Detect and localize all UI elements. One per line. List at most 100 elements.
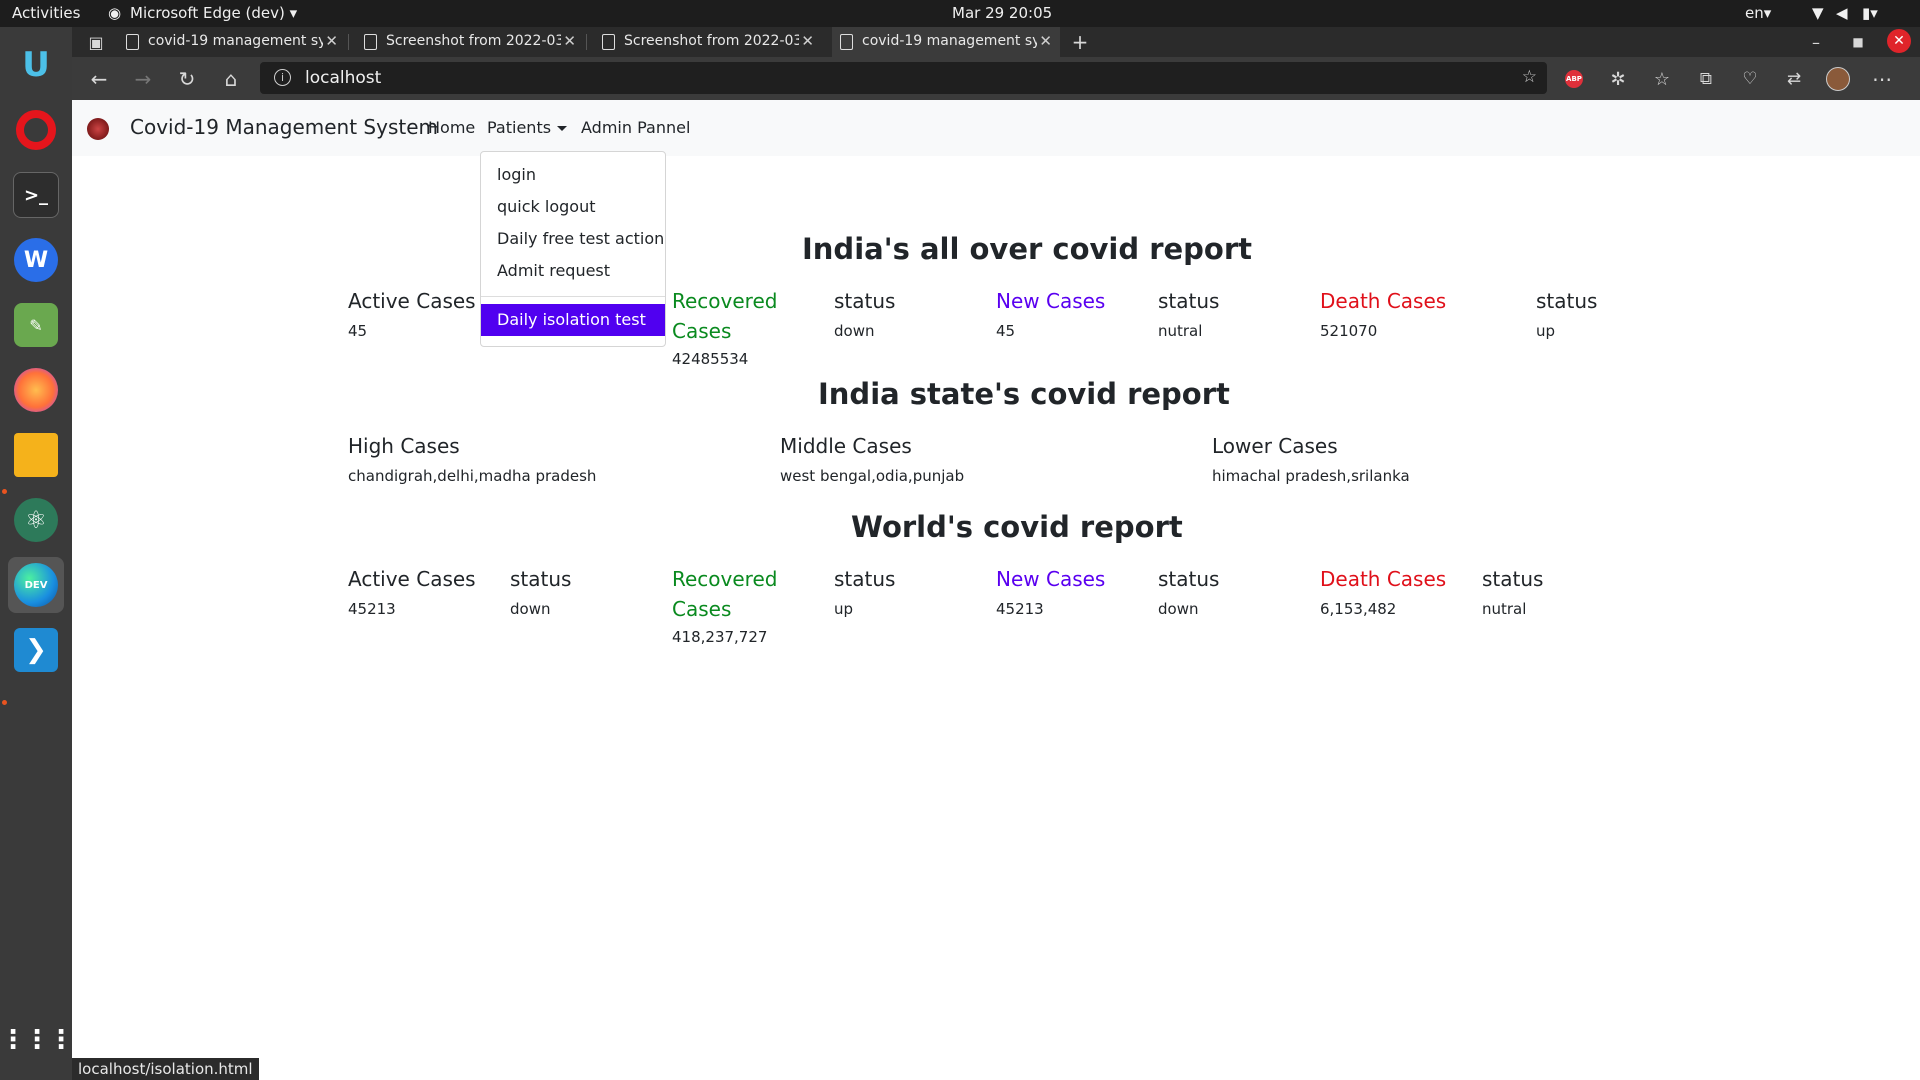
site-info-icon[interactable]: i bbox=[274, 69, 291, 86]
wifi-icon[interactable]: ▼ bbox=[1812, 4, 1824, 22]
india-recovered-value: 42485534 bbox=[672, 350, 749, 368]
add-favorite-icon[interactable]: ☆ bbox=[1522, 67, 1537, 87]
dock-files-icon[interactable] bbox=[8, 427, 64, 483]
collections-icon[interactable]: ⧉ bbox=[1692, 65, 1720, 93]
tab-actions-icon[interactable]: ▣ bbox=[82, 28, 110, 56]
india-status-2-value: nutral bbox=[1158, 322, 1203, 340]
world-active-label: Active Cases bbox=[348, 567, 476, 591]
india-recovered-label: Recovered Cases bbox=[672, 289, 778, 343]
activities-button[interactable]: Activities bbox=[12, 4, 80, 22]
world-recovered-label: Recovered Cases bbox=[672, 567, 778, 621]
new-tab-icon[interactable]: + bbox=[1066, 28, 1094, 56]
tab-label: Screenshot from 2022-03 bbox=[386, 33, 561, 49]
dock-opera-icon[interactable] bbox=[8, 102, 64, 158]
dock-running-indicator bbox=[2, 489, 7, 494]
adblock-icon[interactable]: ABP bbox=[1560, 65, 1588, 93]
dock-atom-icon[interactable]: ⚛ bbox=[8, 492, 64, 548]
dock-notes-icon[interactable]: ✎ bbox=[8, 297, 64, 353]
dropdown-item-admit-request[interactable]: Admit request bbox=[497, 261, 610, 280]
close-icon[interactable]: ✕ bbox=[1039, 32, 1052, 50]
india-report-title: India's all over covid report bbox=[802, 232, 1253, 266]
states-middle-label: Middle Cases bbox=[780, 434, 912, 458]
world-status-2-label: status bbox=[1158, 567, 1220, 591]
nav-admin[interactable]: Admin Pannel bbox=[581, 118, 690, 137]
nav-patients-dropdown[interactable]: Patients bbox=[487, 118, 568, 137]
dock-firefox-icon[interactable] bbox=[8, 362, 64, 418]
tab-label: covid-19 management sy bbox=[148, 33, 323, 49]
input-language[interactable]: en▾ bbox=[1745, 4, 1771, 22]
india-death-value: 521070 bbox=[1320, 322, 1378, 340]
minimize-icon[interactable]: – bbox=[1802, 28, 1830, 56]
web-page: Covid-19 Management System Home Patients… bbox=[72, 100, 1920, 1080]
more-menu-icon[interactable]: ⋯ bbox=[1868, 65, 1896, 93]
chevron-down-icon bbox=[557, 126, 568, 131]
india-active-value: 45 bbox=[348, 322, 368, 340]
india-status-3-label: status bbox=[1536, 289, 1598, 313]
close-window-icon[interactable]: ✕ bbox=[1887, 29, 1911, 53]
tab-label: covid-19 management sy bbox=[862, 33, 1037, 49]
link-status-bar: localhost/isolation.html bbox=[72, 1058, 259, 1080]
extensions-icon[interactable]: ✲ bbox=[1604, 65, 1632, 93]
world-new-value: 45213 bbox=[996, 600, 1044, 618]
states-high-label: High Cases bbox=[348, 434, 460, 458]
navbar-brand[interactable]: Covid-19 Management System bbox=[130, 115, 438, 139]
india-active-label: Active Cases bbox=[348, 289, 476, 313]
states-high-value: chandigrah,delhi,madha pradesh bbox=[348, 467, 597, 485]
dock-terminal-icon[interactable]: >_ bbox=[8, 167, 64, 223]
tab-1[interactable]: Screenshot from 2022-03 ✕ bbox=[356, 27, 584, 57]
dock-upwork-icon[interactable]: U bbox=[8, 37, 64, 93]
tab-3-active[interactable]: covid-19 management sy ✕ bbox=[832, 27, 1060, 57]
states-middle-value: west bengal,odia,punjab bbox=[780, 467, 965, 485]
world-recovered-value: 418,237,727 bbox=[672, 628, 768, 646]
maximize-icon[interactable]: ■ bbox=[1844, 28, 1872, 56]
dock: U >_ W ✎ ⚛ DEV ❯ ⋮⋮⋮ bbox=[0, 27, 74, 1080]
dropdown-item-quick-logout[interactable]: quick logout bbox=[497, 197, 595, 216]
dropdown-item-daily-isolation-test[interactable]: Daily isolation test bbox=[481, 304, 665, 336]
world-status-1-label: status bbox=[834, 567, 896, 591]
dock-vscode-icon[interactable]: ❯ bbox=[8, 622, 64, 678]
edge-dev-icon: ◉ bbox=[108, 4, 122, 22]
india-status-3-value: up bbox=[1536, 322, 1556, 340]
profile-avatar[interactable] bbox=[1824, 65, 1852, 93]
close-icon[interactable]: ✕ bbox=[325, 32, 338, 50]
patients-dropdown-menu: login quick logout Daily free test actio… bbox=[480, 151, 666, 347]
dropdown-item-daily-free-test[interactable]: Daily free test action bbox=[497, 229, 664, 248]
back-icon[interactable]: ← bbox=[85, 65, 113, 93]
india-status-2-label: status bbox=[1158, 289, 1220, 313]
volume-icon[interactable]: ◀ bbox=[1836, 4, 1848, 22]
reload-icon[interactable]: ↻ bbox=[173, 65, 201, 93]
tab-2[interactable]: Screenshot from 2022-03 ✕ bbox=[594, 27, 822, 57]
share-icon[interactable]: ⇄ bbox=[1780, 65, 1808, 93]
close-icon[interactable]: ✕ bbox=[563, 32, 576, 50]
dock-running-indicator bbox=[2, 700, 7, 705]
states-report-title: India state's covid report bbox=[818, 377, 1230, 411]
app-menu[interactable]: Microsoft Edge (dev) ▾ bbox=[130, 4, 297, 22]
dropdown-item-login[interactable]: login bbox=[497, 165, 536, 184]
nav-home[interactable]: Home bbox=[428, 118, 475, 137]
dock-wps-icon[interactable]: W bbox=[8, 232, 64, 288]
world-status-0-label: status bbox=[510, 567, 572, 591]
world-report-title: World's covid report bbox=[851, 510, 1183, 544]
home-icon[interactable]: ⌂ bbox=[217, 65, 245, 93]
page-icon bbox=[602, 34, 615, 50]
page-icon bbox=[364, 34, 377, 50]
browser-toolbar: ← → ↻ ⌂ i localhost ☆ ABP ✲ ☆ ⧉ ♡ ⇄ ⋯ bbox=[72, 57, 1920, 100]
tab-0[interactable]: covid-19 management sy ✕ bbox=[118, 27, 346, 57]
dock-edge-dev-icon[interactable]: DEV bbox=[8, 557, 64, 613]
world-active-value: 45213 bbox=[348, 600, 396, 618]
clock[interactable]: Mar 29 20:05 bbox=[952, 4, 1052, 22]
browser-essentials-icon[interactable]: ♡ bbox=[1736, 65, 1764, 93]
states-lower-label: Lower Cases bbox=[1212, 434, 1338, 458]
battery-icon[interactable]: ▮▾ bbox=[1862, 4, 1878, 22]
world-death-value: 6,153,482 bbox=[1320, 600, 1397, 618]
address-bar[interactable]: i localhost ☆ bbox=[260, 62, 1547, 94]
close-icon[interactable]: ✕ bbox=[801, 32, 814, 50]
show-applications-icon[interactable]: ⋮⋮⋮ bbox=[0, 1012, 74, 1068]
world-status-1-value: up bbox=[834, 600, 854, 618]
forward-icon[interactable]: → bbox=[129, 65, 157, 93]
page-icon bbox=[840, 34, 853, 50]
india-new-value: 45 bbox=[996, 322, 1016, 340]
india-status-1-label: status bbox=[834, 289, 896, 313]
favorites-icon[interactable]: ☆ bbox=[1648, 65, 1676, 93]
india-death-label: Death Cases bbox=[1320, 289, 1447, 313]
